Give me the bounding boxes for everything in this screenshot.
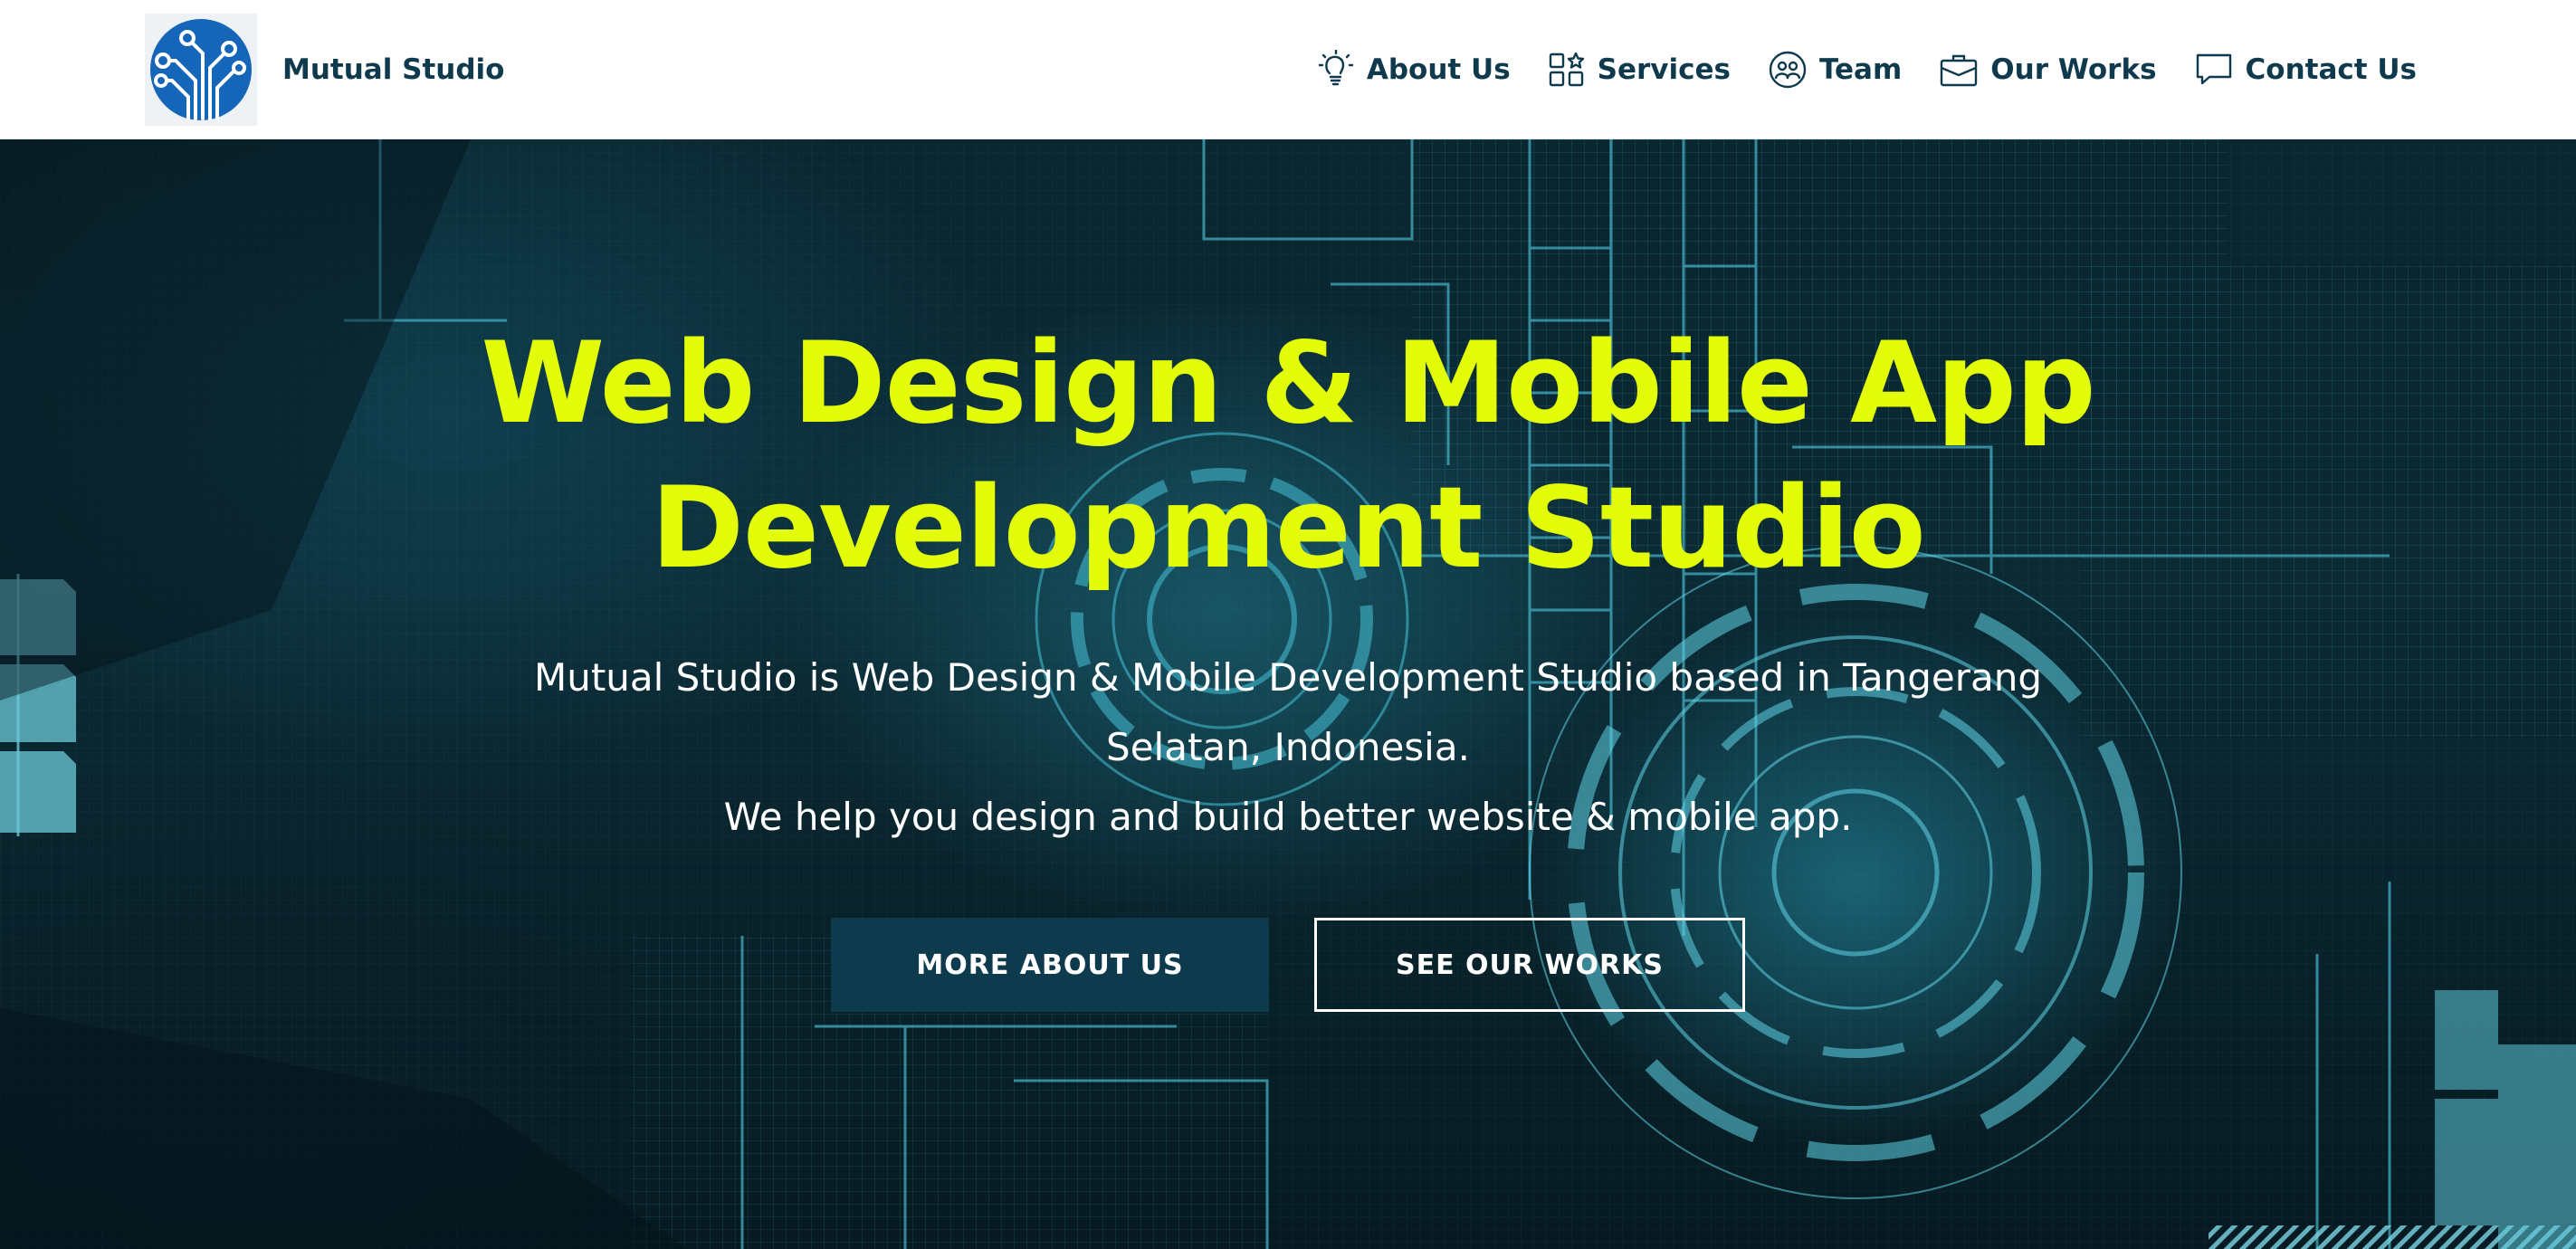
nav-label-contact-us: Contact Us: [2245, 53, 2417, 86]
hero-description-line-1: Mutual Studio is Web Design & Mobile Dev…: [533, 655, 2043, 700]
hero-description-line-2: Selatan, Indonesia.: [1106, 725, 1470, 769]
nav-item-team[interactable]: Team: [1769, 51, 1902, 89]
hero-content: Web Design & Mobile App Development Stud…: [0, 139, 2576, 1249]
team-icon: [1769, 51, 1807, 89]
nav-label-services: Services: [1597, 53, 1731, 86]
nav-item-services[interactable]: Services: [1549, 52, 1731, 88]
nav-label-team: Team: [1819, 53, 1903, 86]
nav-item-contact-us[interactable]: Contact Us: [2195, 52, 2417, 88]
hero-title-line-2: Development Studio: [651, 463, 1926, 594]
hero-description-line-3: We help you design and build better webs…: [723, 795, 1853, 839]
site-header: Mutual Studio About Us Services Team Our…: [0, 0, 2576, 139]
circuit-logo-icon: [145, 14, 257, 126]
nav-label-about-us: About Us: [1366, 53, 1511, 86]
grid-star-icon: [1549, 52, 1584, 87]
nav-item-our-works[interactable]: Our Works: [1940, 52, 2157, 88]
brand-link[interactable]: Mutual Studio: [145, 14, 505, 126]
hero-title: Web Design & Mobile App Development Stud…: [383, 311, 2193, 601]
lightbulb-icon: [1318, 50, 1354, 86]
main-nav: About Us Services Team Our Works Contact…: [1280, 0, 2417, 139]
see-our-works-button[interactable]: SEE OUR WORKS: [1314, 918, 1745, 1012]
brand-name: Mutual Studio: [282, 53, 505, 86]
hero-section: Web Design & Mobile App Development Stud…: [0, 139, 2576, 1249]
hero-title-line-1: Web Design & Mobile App: [481, 319, 2095, 449]
nav-item-about-us[interactable]: About Us: [1318, 50, 1511, 90]
hero-description: Mutual Studio is Web Design & Mobile Dev…: [473, 643, 2103, 852]
nav-label-our-works: Our Works: [1990, 53, 2157, 86]
more-about-us-button[interactable]: MORE ABOUT US: [831, 918, 1269, 1012]
chat-icon: [2196, 53, 2231, 85]
briefcase-icon: [1941, 54, 1978, 87]
